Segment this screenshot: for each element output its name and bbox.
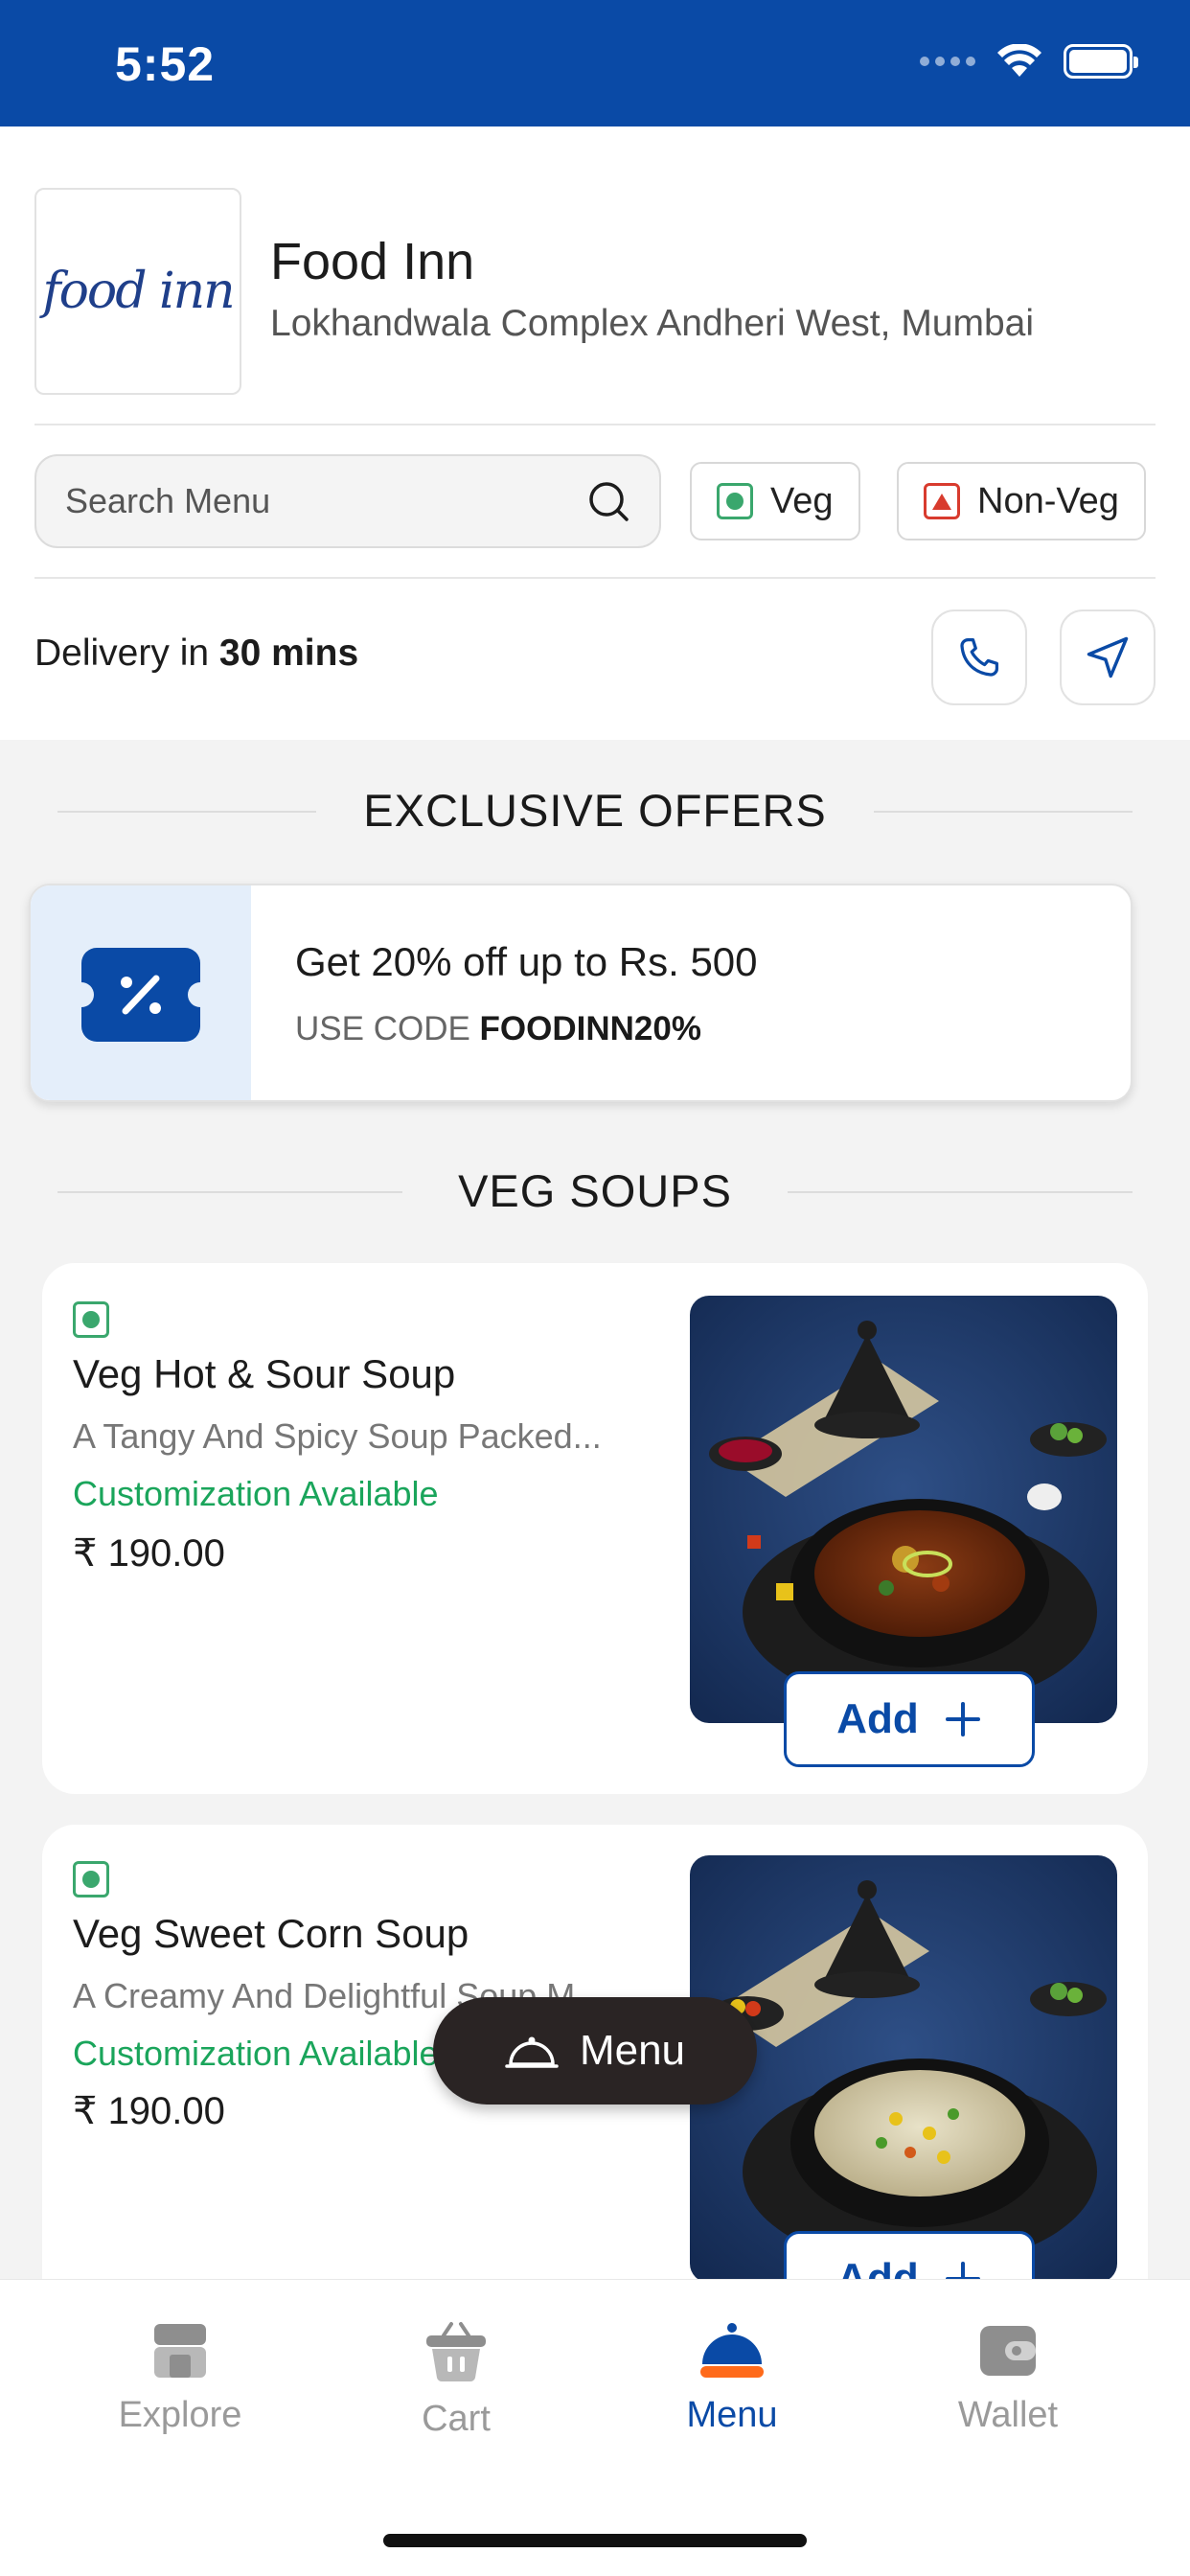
restaurant-logo: food inn [34, 188, 241, 395]
nonveg-filter-chip[interactable]: Non-Veg [897, 462, 1146, 540]
restaurant-name: Food Inn [270, 233, 475, 290]
navigation-arrow-icon [1087, 636, 1129, 678]
tab-label: Wallet [957, 2395, 1059, 2435]
wallet-icon [980, 2326, 1036, 2376]
floating-menu-button[interactable]: Menu [433, 1997, 757, 2104]
search-icon[interactable] [586, 479, 630, 523]
divider [34, 424, 1156, 426]
veg-filter-label: Veg [770, 480, 834, 521]
soup-bowl-image [690, 1855, 1117, 2283]
nonveg-filter-label: Non-Veg [977, 480, 1119, 521]
add-button[interactable]: Add [784, 1671, 1035, 1767]
store-icon [154, 2324, 206, 2378]
status-icons [920, 44, 1138, 79]
tab-label: Cart [422, 2399, 491, 2439]
offer-title: Get 20% off up to Rs. 500 [295, 939, 758, 984]
home-indicator [383, 2534, 807, 2547]
cloche-icon [505, 2036, 559, 2068]
offer-code: USE CODE FOODINN20% [295, 1010, 701, 1048]
discount-ticket-icon [81, 948, 200, 1042]
veg-icon [717, 483, 753, 519]
offer-icon-area [31, 886, 251, 1100]
status-bar: 5:52 [0, 0, 1190, 126]
delivery-time: 30 mins [218, 632, 359, 674]
plus-icon [945, 1702, 980, 1736]
dish-name: Veg Hot & Sour Soup [73, 1351, 456, 1396]
customization-label[interactable]: Customization Available [73, 2034, 439, 2074]
search-input[interactable]: Search Menu [34, 454, 661, 548]
phone-icon [960, 637, 999, 677]
veg-soups-title: VEG SOUPS [458, 1165, 732, 1216]
tab-cart[interactable]: Cart [341, 2318, 571, 2440]
search-placeholder: Search Menu [65, 481, 271, 520]
cloche-icon [700, 2323, 764, 2378]
dish-image[interactable] [690, 1855, 1117, 2283]
offer-code-value: FOODINN20% [479, 1010, 701, 1047]
nonveg-icon [924, 483, 960, 519]
floating-menu-label: Menu [579, 2027, 686, 2074]
veg-filter-chip[interactable]: Veg [690, 462, 860, 540]
add-label: Add [836, 1695, 919, 1742]
bottom-tab-bar: Explore Cart Menu Wallet [0, 2279, 1190, 2576]
restaurant-address: Lokhandwala Complex Andheri West, Mumbai [270, 303, 1035, 344]
exclusive-offers-title: EXCLUSIVE OFFERS [363, 785, 827, 836]
tab-explore[interactable]: Explore [65, 2318, 295, 2436]
dish-image[interactable] [690, 1296, 1117, 1723]
veg-indicator-icon [73, 1861, 109, 1898]
battery-icon [1064, 44, 1138, 79]
wifi-icon [997, 44, 1041, 77]
customization-label[interactable]: Customization Available [73, 1474, 439, 1514]
dish-name: Veg Sweet Corn Soup [73, 1911, 469, 1956]
signal-icon [920, 57, 975, 66]
tab-wallet[interactable]: Wallet [893, 2318, 1123, 2436]
delivery-prefix: Delivery in [34, 632, 210, 674]
basket-icon [426, 2322, 486, 2382]
dish-price: ₹ 190.00 [73, 2090, 225, 2132]
tab-label: Menu [686, 2395, 778, 2435]
restaurant-header: food inn Food Inn Lokhandwala Complex An… [0, 126, 1190, 740]
veg-indicator-icon [73, 1301, 109, 1338]
soup-bowl-image [690, 1296, 1117, 1723]
offer-code-prefix: USE CODE [295, 1010, 470, 1047]
dish-price: ₹ 190.00 [73, 1532, 225, 1575]
directions-button[interactable] [1060, 610, 1156, 705]
divider [34, 577, 1156, 579]
tab-label: Explore [118, 2395, 242, 2435]
dish-card[interactable]: Veg Hot & Sour Soup A Tangy And Spicy So… [42, 1263, 1148, 1794]
logo-text: food inn [42, 263, 235, 320]
status-time: 5:52 [115, 37, 216, 91]
offer-card[interactable]: Get 20% off up to Rs. 500 USE CODE FOODI… [29, 884, 1133, 1102]
call-button[interactable] [931, 610, 1027, 705]
dish-description: A Tangy And Spicy Soup Packed... [73, 1416, 602, 1456]
tab-menu[interactable]: Menu [617, 2318, 847, 2436]
delivery-info: Delivery in 30 mins [34, 632, 358, 675]
